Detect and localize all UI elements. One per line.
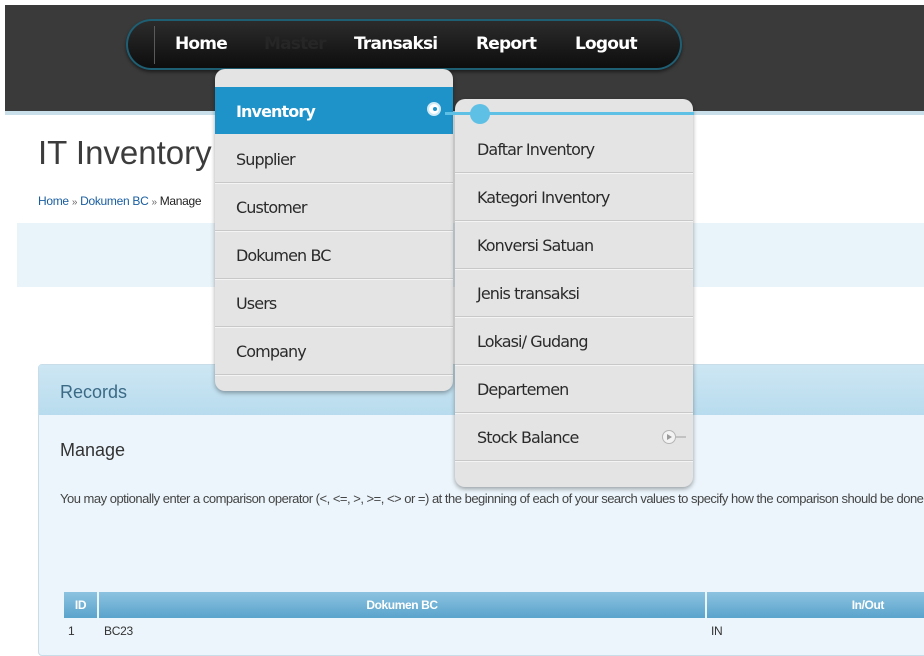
table-cell-id: 1: [68, 624, 75, 638]
menu-item-customer[interactable]: Customer: [215, 183, 453, 231]
master-dropdown: Inventory Supplier Customer Dokumen BC U…: [215, 69, 453, 391]
submenu-item-daftar-inventory[interactable]: Daftar Inventory: [455, 125, 693, 173]
menu-item-inventory[interactable]: Inventory: [215, 87, 453, 134]
menu-item-label: Dokumen BC: [236, 246, 331, 265]
nav-transaksi[interactable]: Transaksi: [354, 34, 438, 54]
records-title: Records: [60, 382, 128, 402]
submenu-arrow-line: [676, 436, 686, 438]
nav-logout[interactable]: Logout: [575, 34, 638, 54]
submenu-item-jenis-transaksi[interactable]: Jenis transaksi: [455, 269, 693, 317]
circle-arrow-icon: [427, 102, 441, 116]
menu-item-label: Supplier: [236, 150, 296, 169]
breadcrumb-dokumen-bc[interactable]: Dokumen BC: [80, 194, 149, 208]
page-title: IT Inventory: [38, 134, 212, 171]
menu-item-label: Inventory: [236, 102, 316, 121]
submenu-item-konversi-satuan[interactable]: Konversi Satuan: [455, 221, 693, 269]
menu-item-dokumen-bc[interactable]: Dokumen BC: [215, 231, 453, 279]
connector-dot-icon: [470, 104, 490, 124]
manage-heading: Manage: [60, 440, 126, 460]
submenu-item-label: Departemen: [477, 380, 569, 399]
menu-item-users[interactable]: Users: [215, 279, 453, 327]
menu-item-supplier[interactable]: Supplier: [215, 135, 453, 183]
breadcrumb-separator: »: [151, 197, 157, 208]
menu-item-label: Company: [236, 342, 307, 361]
nav-home[interactable]: Home: [175, 34, 228, 54]
breadcrumb: Home» Dokumen BC» Manage: [38, 194, 202, 208]
table-cell-dokumen: BC23: [104, 624, 133, 638]
submenu-item-departemen[interactable]: Departemen: [455, 365, 693, 413]
submenu-item-label: Jenis transaksi: [477, 284, 580, 303]
submenu-item-label: Kategori Inventory: [477, 188, 610, 207]
nav-master[interactable]: Master: [264, 34, 327, 54]
submenu-item-label: Konversi Satuan: [477, 236, 594, 255]
column-header-dokumen-bc[interactable]: Dokumen BC: [99, 592, 705, 618]
column-header-inout[interactable]: In/Out: [707, 592, 924, 618]
chevron-right-circle-icon: [662, 430, 676, 444]
nav-report[interactable]: Report: [476, 34, 537, 54]
menu-item-company[interactable]: Company: [215, 327, 453, 375]
nav-divider: [154, 26, 155, 64]
breadcrumb-current: Manage: [159, 194, 202, 208]
submenu-item-kategori-inventory[interactable]: Kategori Inventory: [455, 173, 693, 221]
submenu-item-lokasi-gudang[interactable]: Lokasi/ Gudang: [455, 317, 693, 365]
breadcrumb-separator: »: [71, 197, 78, 208]
menu-item-label: Customer: [236, 198, 307, 217]
submenu-item-label: Lokasi/ Gudang: [477, 332, 589, 351]
table-cell-inout: IN: [711, 624, 723, 638]
submenu-item-stock-balance[interactable]: Stock Balance: [455, 413, 693, 461]
column-header-id[interactable]: ID: [64, 592, 97, 618]
submenu-item-label: Stock Balance: [477, 428, 579, 447]
breadcrumb-home[interactable]: Home: [38, 194, 69, 208]
submenu-item-label: Daftar Inventory: [477, 140, 595, 159]
search-hint: You may optionally enter a comparison op…: [60, 491, 924, 506]
menu-item-label: Users: [236, 294, 277, 313]
inventory-submenu: Daftar Inventory Kategori Inventory Konv…: [455, 99, 693, 487]
